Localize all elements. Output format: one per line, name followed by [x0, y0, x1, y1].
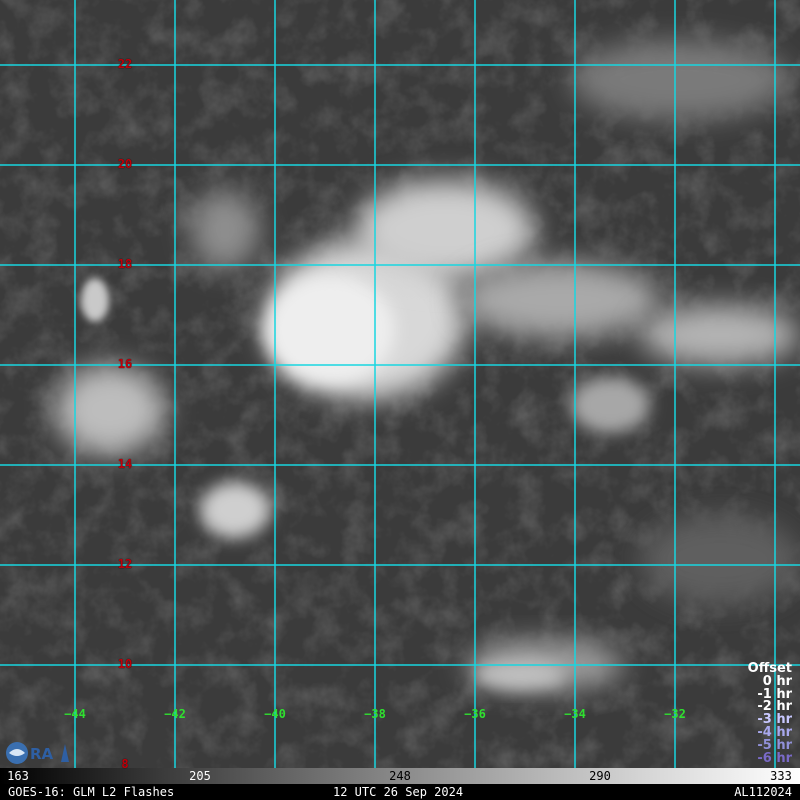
cloud-cluster-southeast [570, 377, 650, 433]
satellite-map [0, 0, 800, 768]
offset-legend: Offset 0 hr -1 hr -2 hr -3 hr -4 hr -5 h… [748, 662, 792, 766]
footer-storm-id: AL112024 [734, 785, 792, 799]
colorbar-tick: 333 [770, 769, 792, 783]
offset-item: -6 hr [757, 750, 792, 766]
lat-label: 8 [121, 757, 129, 771]
colorbar-tick: 163 [7, 769, 29, 783]
storm-band-east [460, 262, 660, 338]
lon-label: −40 [264, 707, 286, 721]
footer-bar: GOES-16: GLM L2 Flashes 12 UTC 26 Sep 20… [0, 784, 800, 800]
cira-logo-icon: RA [6, 742, 69, 764]
lat-label: 16 [117, 357, 133, 371]
lon-label: −34 [564, 707, 586, 721]
lat-label: 18 [117, 257, 133, 271]
cloud-band-far-east [640, 305, 800, 365]
colorbar-tick: 290 [589, 769, 611, 783]
lat-label: 20 [117, 157, 133, 171]
lon-label: −32 [664, 707, 686, 721]
lat-label: 14 [117, 457, 133, 471]
lon-label: −36 [464, 707, 486, 721]
cloud-patch-west-upper [81, 278, 109, 322]
cloud-patch-southwest [200, 482, 270, 538]
svg-text:RA: RA [30, 745, 54, 763]
lon-label: −38 [364, 707, 386, 721]
colorbar-tick: 248 [389, 769, 411, 783]
footer-product: GOES-16: GLM L2 Flashes [8, 785, 175, 799]
cloud-cluster-west [55, 365, 165, 455]
footer-time: 12 UTC 26 Sep 2024 [333, 785, 464, 799]
lat-label: 22 [117, 57, 133, 71]
cloud-patch-southeast-edge [640, 515, 800, 605]
temperature-colorbar: 163 205 248 290 333 [0, 768, 800, 784]
colorbar-tick: 205 [189, 769, 211, 783]
lat-label: 12 [117, 557, 133, 571]
cloud-patch-northeast [570, 40, 790, 120]
lat-label: 10 [117, 657, 133, 671]
cloud-patch-northwest [190, 190, 260, 270]
lon-label: −42 [164, 707, 186, 721]
lon-label: −44 [64, 707, 86, 721]
